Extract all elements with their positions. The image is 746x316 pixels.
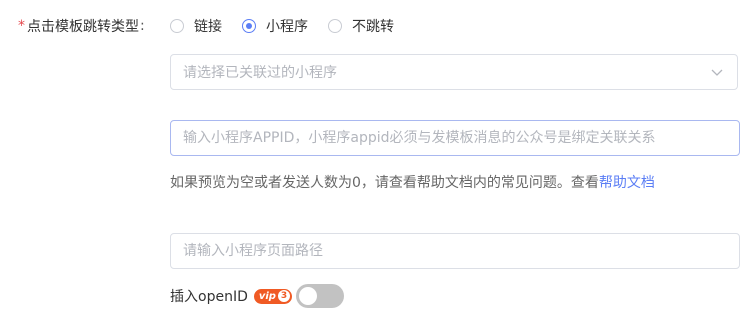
vip-level: 3	[277, 290, 290, 302]
radio-no-jump[interactable]: 不跳转	[328, 16, 394, 36]
jump-type-radio-group: 链接 小程序 不跳转	[170, 14, 414, 38]
jump-type-label-text: 点击模板跳转类型	[27, 19, 139, 35]
toggle-knob[interactable]	[298, 287, 317, 305]
label-colon: :	[140, 18, 145, 34]
chevron-down-icon	[711, 69, 723, 76]
radio-miniprogram-label: 小程序	[266, 19, 308, 35]
help-hint: 如果预览为空或者发送人数为0，请查看帮助文档内的常见问题。查看帮助文档	[170, 172, 655, 192]
radio-link[interactable]: 链接	[170, 16, 222, 36]
help-docs-link[interactable]: 帮助文档	[599, 175, 655, 191]
jump-type-label: * 点击模板跳转类型 :	[18, 14, 145, 38]
radio-circle[interactable]	[170, 19, 184, 33]
miniprogram-select[interactable]: 请选择已关联过的小程序	[170, 54, 738, 90]
miniprogram-select-placeholder: 请选择已关联过的小程序	[183, 65, 337, 81]
jump-settings-form: * 点击模板跳转类型 : 链接 小程序 不跳转 请选择已关联过的小程序 如果预览…	[0, 0, 746, 316]
radio-link-label: 链接	[194, 19, 222, 35]
required-mark: *	[18, 18, 25, 34]
openid-row: 插入openID vip 3	[170, 284, 344, 308]
appid-input[interactable]	[170, 120, 740, 156]
openid-toggle[interactable]	[295, 284, 344, 308]
openid-label: 插入openID	[170, 289, 248, 305]
help-hint-text: 如果预览为空或者发送人数为0，请查看帮助文档内的常见问题。查看	[170, 175, 599, 191]
vip-badge: vip 3	[253, 288, 292, 304]
vip-badge-text: vip	[258, 290, 276, 302]
radio-circle[interactable]	[328, 19, 342, 33]
page-path-input[interactable]	[170, 233, 740, 269]
radio-miniprogram[interactable]: 小程序	[242, 16, 308, 36]
radio-no-jump-label: 不跳转	[352, 19, 394, 35]
radio-circle-checked[interactable]	[242, 19, 256, 33]
